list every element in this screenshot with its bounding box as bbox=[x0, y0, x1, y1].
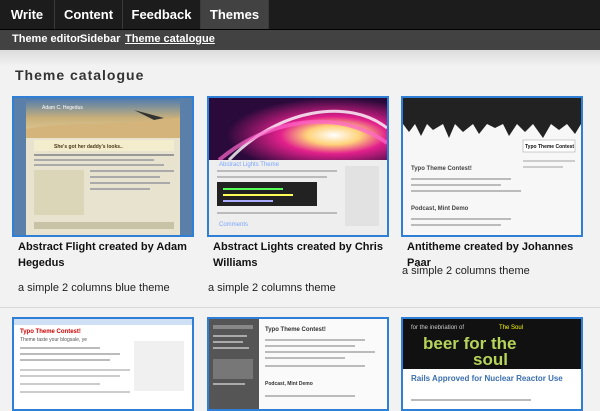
antitheme-preview-image: Typo Theme Contest Typo Theme Contest! P… bbox=[403, 98, 581, 235]
tab-content[interactable]: Content bbox=[55, 0, 123, 29]
theme-description: a simple 2 columns blue theme bbox=[18, 282, 170, 294]
subtab-sidebar[interactable]: Sidebar bbox=[80, 30, 120, 50]
theme-5-preview-image: Typo Theme Contest! Podcast, Mint Demo bbox=[209, 319, 387, 409]
preview-blog-title: Adam C. Hegedus bbox=[42, 105, 83, 111]
tab-write[interactable]: Write bbox=[0, 0, 55, 29]
theme-thumbnail-abstract-lights[interactable]: Abstract Lights Theme Comments bbox=[207, 96, 389, 237]
top-nav: Write Content Feedback Themes bbox=[0, 0, 600, 30]
preview-blog-title: Typo Theme Contest bbox=[525, 144, 574, 150]
theme-thumbnail-4[interactable]: Typo Theme Contest! Theme taste your blo… bbox=[12, 317, 194, 411]
theme-4-preview-image: Typo Theme Contest! Theme taste your blo… bbox=[14, 319, 192, 409]
tab-feedback[interactable]: Feedback bbox=[123, 0, 201, 29]
theme-thumbnail-antitheme[interactable]: Typo Theme Contest Typo Theme Contest! P… bbox=[401, 96, 583, 237]
preview-blog-title: Typo Theme Contest! bbox=[265, 327, 326, 333]
preview-post-subtitle: Podcast, Mint Demo bbox=[265, 381, 313, 387]
preview-post-title: Typo Theme Contest! bbox=[411, 166, 472, 172]
theme-title-abstract-lights[interactable]: Abstract Lights created by Chris William… bbox=[213, 239, 398, 271]
subtab-theme-editor[interactable]: Theme editor bbox=[12, 30, 81, 50]
theme-thumbnail-abstract-flight[interactable]: Adam C. Hegedus She's got her daddy's lo… bbox=[12, 96, 194, 237]
preview-post-title: Rails Approved for Nuclear Reactor Use bbox=[411, 374, 563, 383]
preview-blog-title: Abstract Lights Theme bbox=[219, 162, 280, 168]
abstract-flight-preview-image: Adam C. Hegedus She's got her daddy's lo… bbox=[14, 98, 192, 235]
preview-blog-title: Typo Theme Contest! bbox=[20, 329, 81, 335]
abstract-lights-preview-image: Abstract Lights Theme Comments bbox=[209, 98, 387, 235]
theme-thumbnail-5[interactable]: Typo Theme Contest! Podcast, Mint Demo bbox=[207, 317, 389, 411]
preview-post-title: She's got her daddy's looks.. bbox=[54, 144, 123, 150]
row-divider bbox=[0, 307, 600, 308]
page-title: Theme catalogue bbox=[15, 67, 145, 83]
theme-6-preview-image: for the inebriation of The Soul beer for… bbox=[403, 319, 581, 409]
preview-comments-heading: Comments bbox=[219, 222, 248, 228]
preview-post-subtitle: Podcast, Mint Demo bbox=[411, 206, 469, 212]
preview-tagline-tag: The Soul bbox=[499, 325, 523, 331]
preview-tagline: for the inebriation of bbox=[411, 325, 464, 331]
theme-description: a simple 2 columns theme bbox=[402, 265, 530, 277]
tab-themes[interactable]: Themes bbox=[201, 0, 269, 29]
subtab-theme-catalogue[interactable]: Theme catalogue bbox=[125, 30, 215, 50]
theme-title-abstract-flight[interactable]: Abstract Flight created by Adam Hegedus bbox=[18, 239, 203, 271]
sub-nav: Theme editor Sidebar Theme catalogue bbox=[0, 30, 600, 50]
theme-description: a simple 2 columns theme bbox=[208, 282, 336, 294]
theme-thumbnail-6[interactable]: for the inebriation of The Soul beer for… bbox=[401, 317, 583, 411]
preview-headline-soul: soul bbox=[473, 350, 508, 369]
preview-tagline: Theme taste your blogsale, ye bbox=[20, 337, 87, 343]
